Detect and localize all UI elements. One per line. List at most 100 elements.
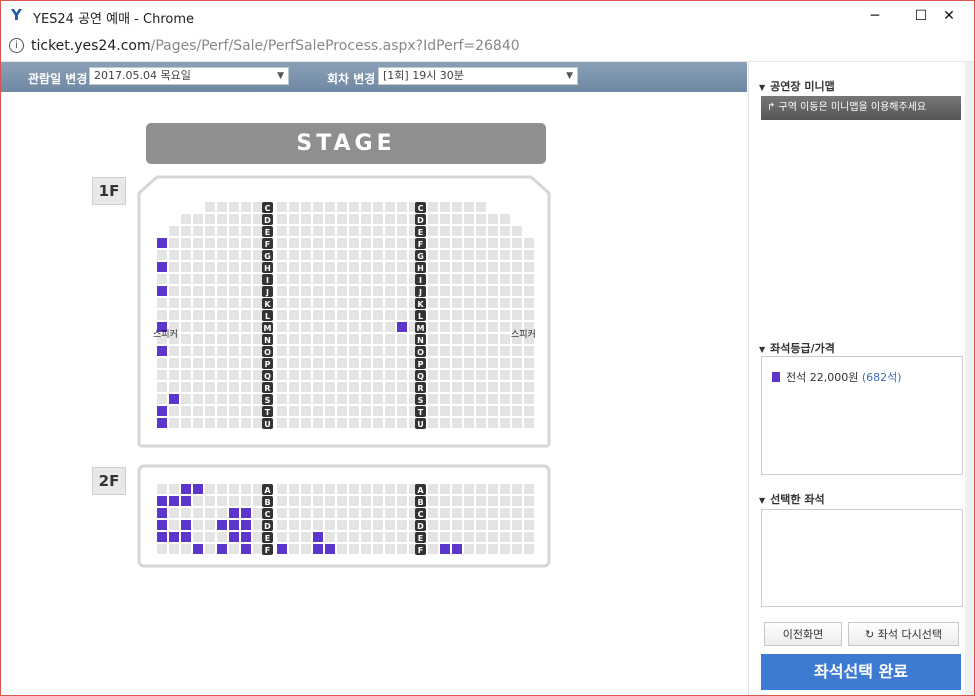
- sold-seat: [397, 346, 407, 356]
- available-seat[interactable]: [193, 484, 203, 494]
- available-seat[interactable]: [181, 520, 191, 530]
- available-seat[interactable]: [181, 532, 191, 542]
- speaker-left-label: 스피커: [153, 330, 178, 340]
- available-seat[interactable]: [157, 262, 167, 272]
- available-seat[interactable]: [229, 508, 239, 518]
- session-select[interactable]: [1회] 19시 30분 ▼: [378, 67, 578, 85]
- available-seat[interactable]: [241, 532, 251, 542]
- sold-seat: [524, 346, 534, 356]
- sold-seat: [524, 310, 534, 320]
- available-seat[interactable]: [181, 484, 191, 494]
- sold-seat: [277, 214, 287, 224]
- sold-seat: [397, 226, 407, 236]
- minimap-hint-bar[interactable]: ↱ 구역 이동은 미니맵을 이용해주세요: [761, 96, 961, 120]
- sold-seat: [500, 370, 510, 380]
- sold-seat: [440, 298, 450, 308]
- sold-seat: [500, 544, 510, 554]
- sold-seat: [452, 382, 462, 392]
- sold-seat: [476, 532, 486, 542]
- sold-seat: [464, 358, 474, 368]
- row-label: I: [266, 276, 269, 285]
- grade-box: 전석 22,000원 (682석): [761, 356, 963, 475]
- row-label: L: [418, 312, 423, 321]
- available-seat[interactable]: [397, 322, 407, 332]
- address-bar[interactable]: i ticket.yes24.com/Pages/Perf/Sale/PerfS…: [1, 31, 974, 62]
- sold-seat: [193, 532, 203, 542]
- complete-selection-button[interactable]: 좌석선택 완료: [761, 654, 961, 690]
- sold-seat: [349, 496, 359, 506]
- close-button[interactable]: ✕: [926, 1, 972, 31]
- sold-seat: [313, 250, 323, 260]
- sold-seat: [325, 214, 335, 224]
- available-seat[interactable]: [157, 508, 167, 518]
- available-seat[interactable]: [313, 532, 323, 542]
- sold-seat: [397, 382, 407, 392]
- available-seat[interactable]: [217, 544, 227, 554]
- available-seat[interactable]: [241, 544, 251, 554]
- sold-seat: [241, 346, 251, 356]
- sold-seat: [313, 346, 323, 356]
- sold-seat: [349, 394, 359, 404]
- sold-seat: [397, 262, 407, 272]
- minimize-button[interactable]: ─: [852, 1, 898, 31]
- available-seat[interactable]: [325, 544, 335, 554]
- reset-seat-button[interactable]: ↻ 좌석 다시선택: [848, 622, 959, 646]
- sold-seat: [229, 226, 239, 236]
- available-seat[interactable]: [157, 496, 167, 506]
- available-seat[interactable]: [229, 532, 239, 542]
- available-seat[interactable]: [157, 286, 167, 296]
- sold-seat: [476, 322, 486, 332]
- sold-seat: [373, 334, 383, 344]
- available-seat[interactable]: [193, 544, 203, 554]
- url-text[interactable]: ticket.yes24.com/Pages/Perf/Sale/PerfSal…: [31, 38, 520, 54]
- sold-seat: [428, 310, 438, 320]
- sold-seat: [349, 358, 359, 368]
- sold-seat: [205, 202, 215, 212]
- available-seat[interactable]: [169, 394, 179, 404]
- available-seat[interactable]: [277, 544, 287, 554]
- row-label: C: [265, 510, 271, 519]
- row-label: T: [265, 408, 271, 417]
- available-seat[interactable]: [157, 520, 167, 530]
- available-seat[interactable]: [157, 406, 167, 416]
- available-seat[interactable]: [313, 544, 323, 554]
- available-seat[interactable]: [452, 544, 462, 554]
- sold-seat: [349, 382, 359, 392]
- date-select[interactable]: 2017.05.04 목요일 ▼: [89, 67, 289, 85]
- sold-seat: [205, 262, 215, 272]
- sold-seat: [440, 394, 450, 404]
- prev-screen-button[interactable]: 이전화면: [764, 622, 842, 646]
- available-seat[interactable]: [241, 508, 251, 518]
- available-seat[interactable]: [169, 532, 179, 542]
- available-seat[interactable]: [241, 520, 251, 530]
- sold-seat: [205, 358, 215, 368]
- browser-window: Y YES24 공연 예매 - Chrome ─ ☐ ✕ i ticket.ye…: [0, 0, 975, 696]
- info-icon[interactable]: i: [9, 38, 24, 53]
- sold-seat: [229, 310, 239, 320]
- sold-seat: [181, 310, 191, 320]
- available-seat[interactable]: [157, 346, 167, 356]
- available-seat[interactable]: [157, 418, 167, 428]
- row-label: E: [418, 534, 423, 543]
- available-seat[interactable]: [217, 520, 227, 530]
- sold-seat: [229, 406, 239, 416]
- available-seat[interactable]: [181, 496, 191, 506]
- available-seat[interactable]: [229, 520, 239, 530]
- sold-seat: [500, 322, 510, 332]
- sold-seat: [289, 520, 299, 530]
- row-label: C: [418, 204, 424, 213]
- scrollbar[interactable]: [965, 62, 974, 695]
- triangle-icon: ▼: [759, 345, 766, 354]
- sold-seat: [169, 484, 179, 494]
- available-seat[interactable]: [169, 496, 179, 506]
- sold-seat: [512, 226, 522, 236]
- sold-seat: [385, 418, 395, 428]
- sold-seat: [289, 394, 299, 404]
- floor-1f-tag: 1F: [92, 177, 126, 205]
- sold-seat: [452, 394, 462, 404]
- available-seat[interactable]: [157, 532, 167, 542]
- sold-seat: [476, 544, 486, 554]
- available-seat[interactable]: [440, 544, 450, 554]
- sold-seat: [373, 544, 383, 554]
- available-seat[interactable]: [157, 238, 167, 248]
